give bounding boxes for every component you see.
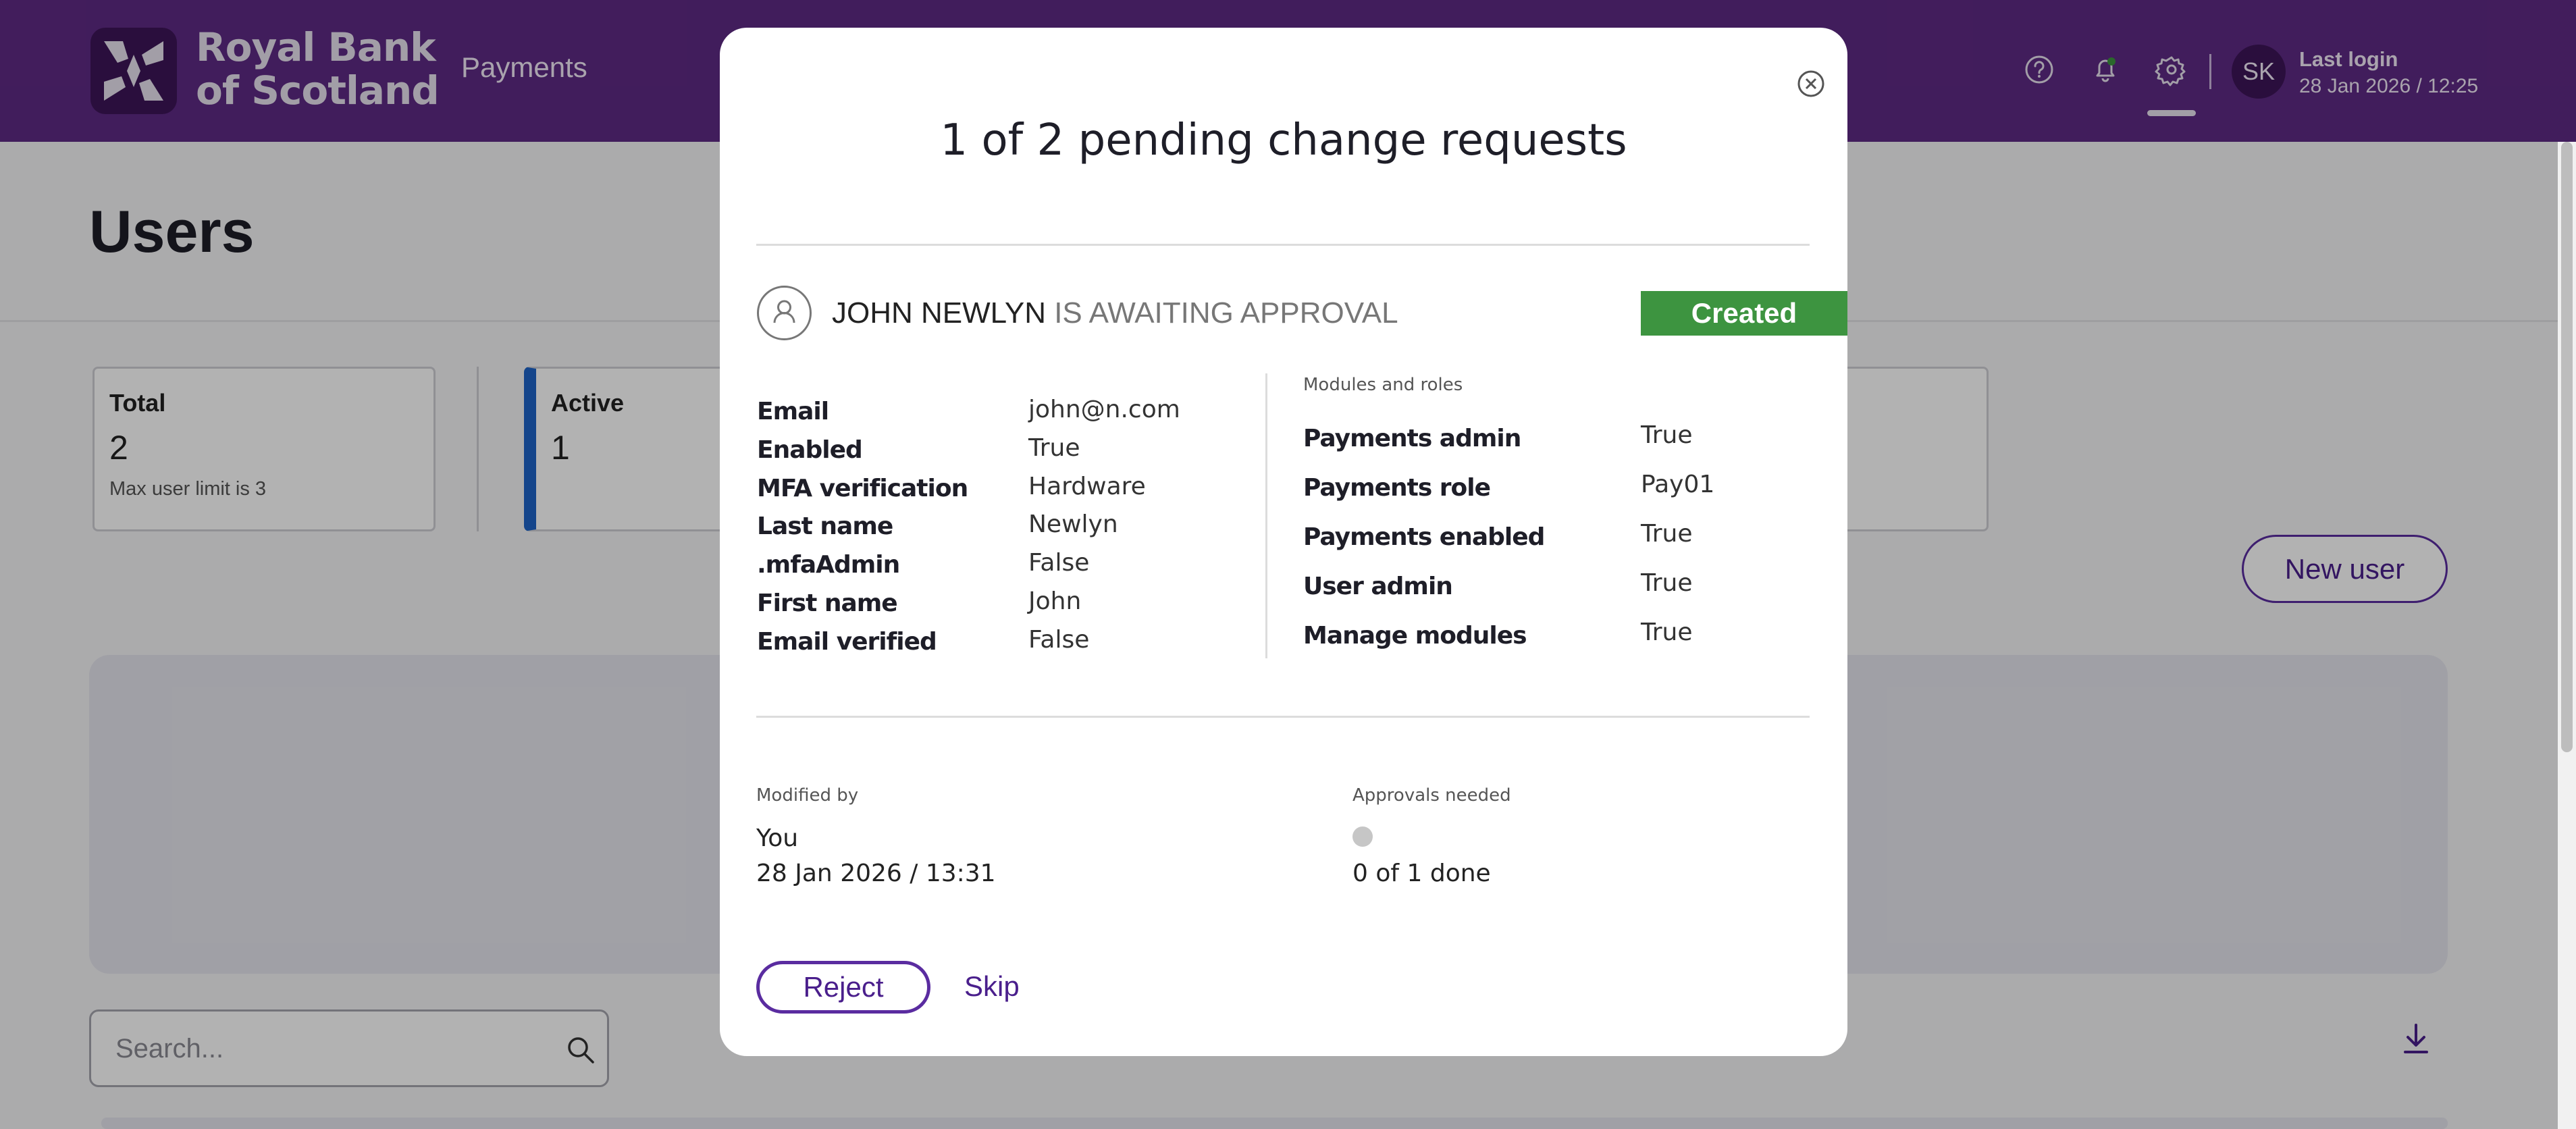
module-value: True	[1641, 619, 1693, 646]
field-label: .mfaAdmin	[757, 551, 900, 579]
module-value: True	[1641, 569, 1693, 597]
field-value: John	[1028, 587, 1082, 615]
modified-by-label: Modified by	[756, 785, 859, 806]
field-value: False	[1028, 626, 1090, 654]
module-label: Payments enabled	[1303, 523, 1545, 551]
scrollbar-thumb[interactable]	[2561, 142, 2573, 752]
module-label: Payments admin	[1303, 425, 1521, 452]
modal-title: 1 of 2 pending change requests	[940, 115, 1627, 165]
field-value: Hardware	[1028, 473, 1146, 500]
user-icon	[757, 286, 812, 340]
user-name: JOHN NEWLYN	[832, 296, 1046, 330]
modified-by-value: You	[756, 824, 799, 852]
field-value: False	[1028, 549, 1090, 577]
field-label: First name	[757, 589, 898, 617]
modal-divider-top	[756, 244, 1810, 246]
page-scrollbar[interactable]	[2558, 142, 2576, 1129]
status-badge: Created	[1641, 291, 1847, 336]
modal-divider-bottom	[756, 716, 1810, 718]
field-label: Last name	[757, 513, 893, 540]
module-label: Payments role	[1303, 474, 1491, 502]
module-value: True	[1641, 421, 1693, 449]
field-label: Enabled	[757, 436, 863, 464]
field-value: john@n.com	[1028, 396, 1180, 423]
close-icon[interactable]	[1795, 68, 1826, 99]
approvals-status: 0 of 1 done	[1352, 860, 1491, 887]
pending-changes-modal: 1 of 2 pending change requests JOHN NEWL…	[720, 28, 1847, 1056]
field-label: Email	[757, 398, 829, 425]
module-value: Pay01	[1641, 471, 1715, 498]
module-value: True	[1641, 520, 1693, 548]
approval-status: JOHN NEWLYN IS AWAITING APPROVAL	[832, 296, 1398, 330]
modified-at-value: 28 Jan 2026 / 13:31	[756, 860, 996, 887]
approval-indicator	[1352, 826, 1373, 847]
skip-link[interactable]: Skip	[964, 970, 1020, 1003]
field-label: MFA verification	[757, 475, 968, 502]
reject-button[interactable]: Reject	[756, 961, 930, 1014]
field-value: Newlyn	[1028, 510, 1118, 538]
approvals-label: Approvals needed	[1352, 785, 1511, 806]
modules-heading: Modules and roles	[1303, 375, 1463, 395]
module-label: Manage modules	[1303, 622, 1527, 650]
status-text: IS AWAITING APPROVAL	[1045, 296, 1398, 330]
module-label: User admin	[1303, 573, 1453, 600]
column-divider	[1265, 373, 1267, 658]
field-label: Email verified	[757, 628, 937, 656]
field-value: True	[1028, 434, 1080, 462]
